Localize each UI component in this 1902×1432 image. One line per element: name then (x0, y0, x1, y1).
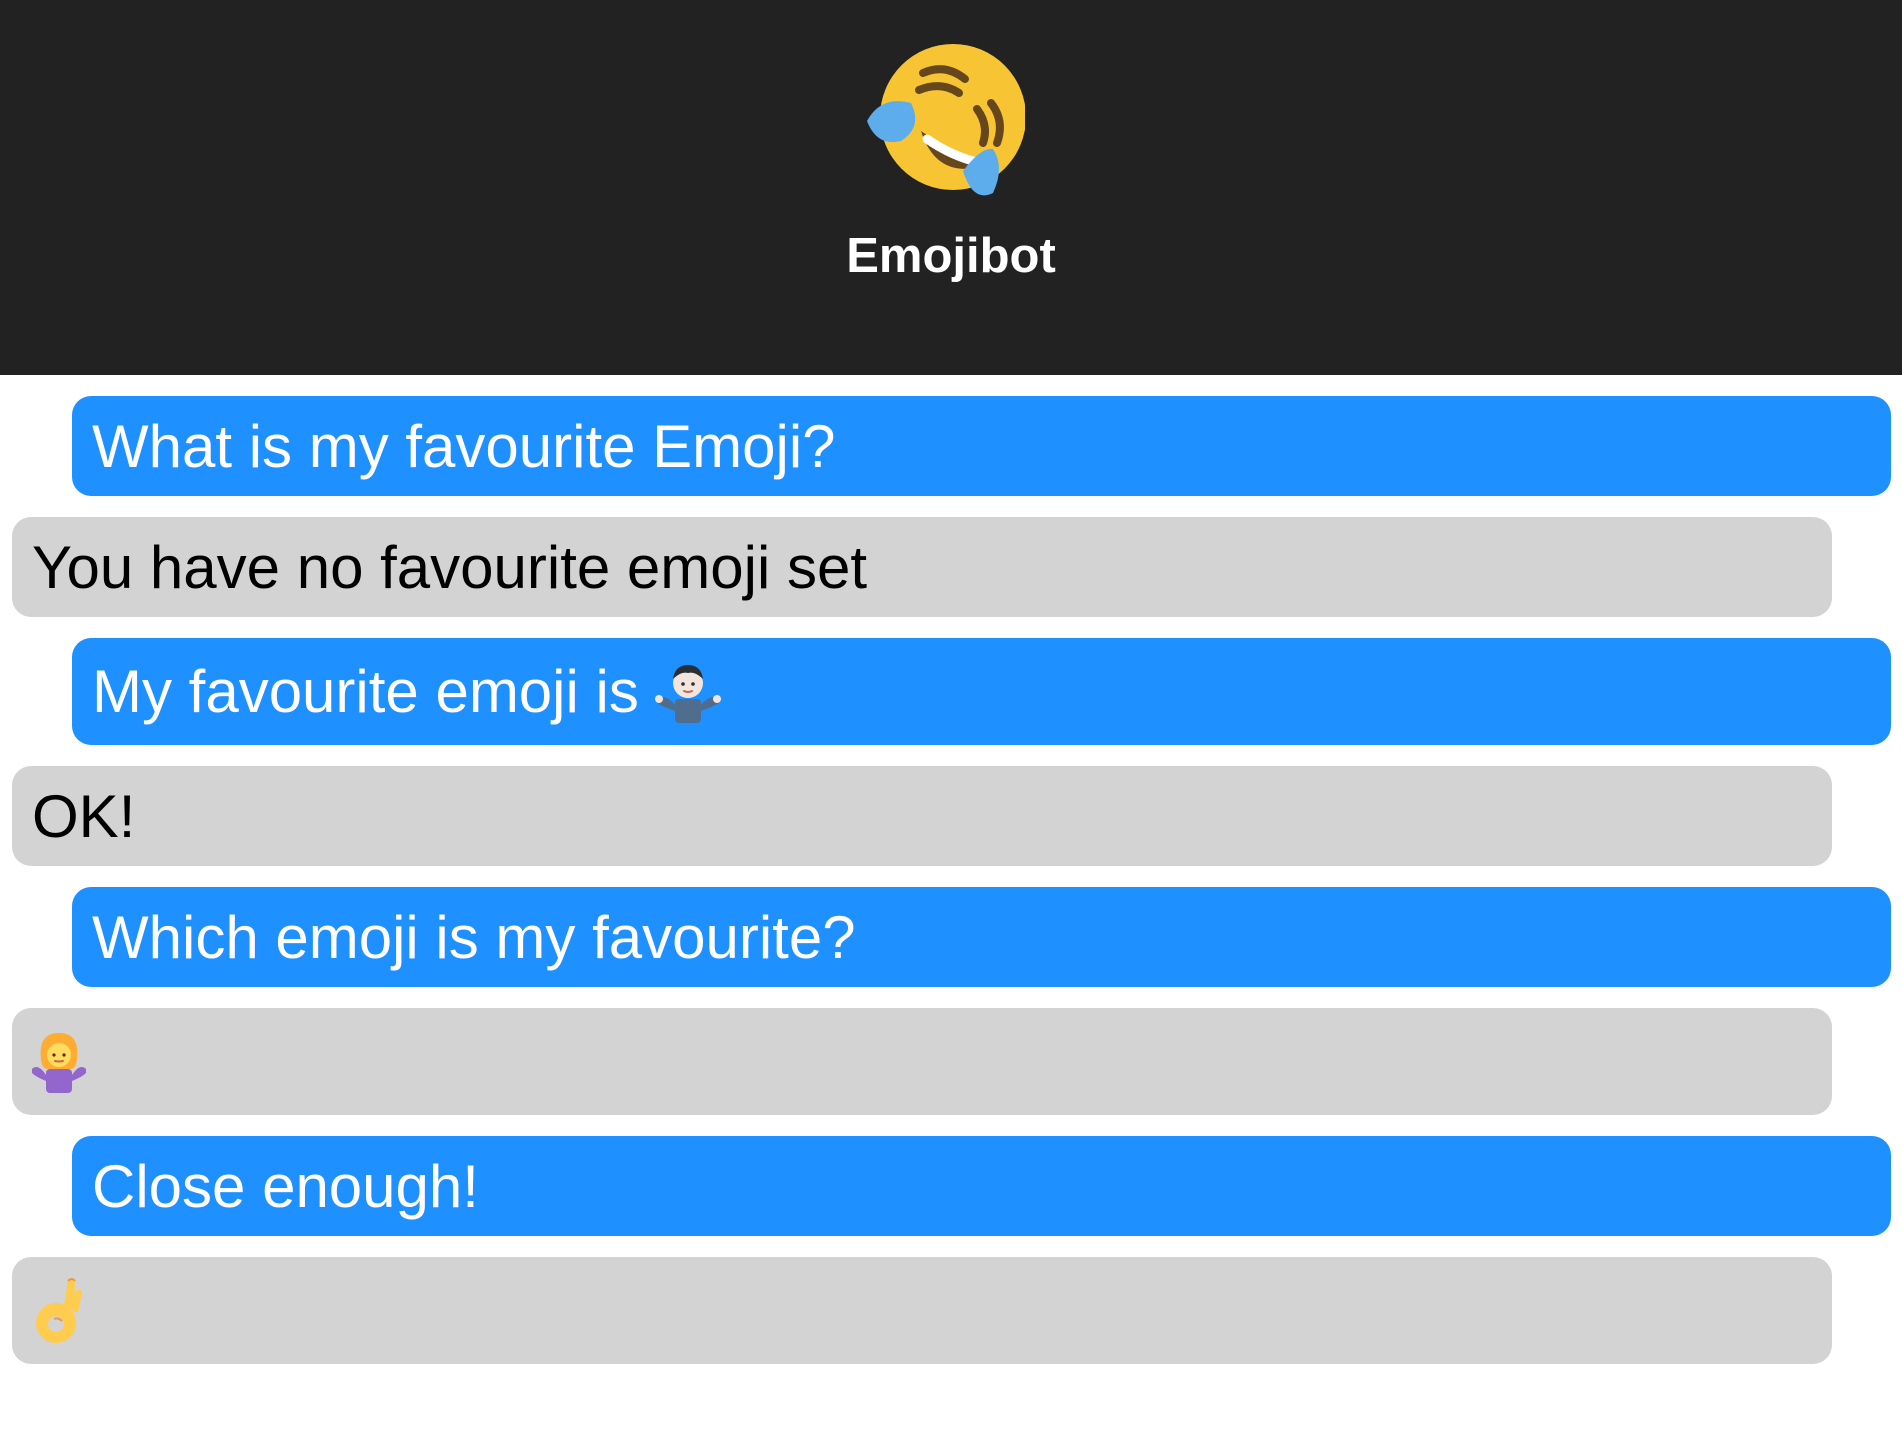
bot-message (12, 1008, 1832, 1115)
user-message: My favourite emoji is (72, 638, 1891, 745)
message-text: OK! (32, 782, 136, 850)
bot-name: Emojibot (846, 229, 1056, 283)
user-message: Close enough! (72, 1136, 1891, 1236)
bot-message (12, 1257, 1832, 1364)
woman-shrugging-icon (32, 1032, 86, 1093)
ok-hand-icon (36, 1277, 82, 1343)
message-text: My favourite emoji is (92, 658, 639, 725)
user-message: What is my favourite Emoji? (72, 396, 1891, 496)
message-text: What is my favourite Emoji? (92, 412, 836, 480)
rolling-on-floor-laughing-face-icon (867, 44, 1025, 196)
message-text: You have no favourite emoji set (32, 533, 867, 601)
user-message: Which emoji is my favourite? (72, 887, 1891, 987)
message-text: Which emoji is my favourite? (92, 903, 856, 971)
bot-message: You have no favourite emoji set (12, 517, 1832, 617)
man-shrugging-icon (654, 664, 721, 723)
bot-message: OK! (12, 766, 1832, 866)
message-text: Close enough! (92, 1152, 479, 1220)
chat-header: Emojibot (0, 0, 1902, 375)
